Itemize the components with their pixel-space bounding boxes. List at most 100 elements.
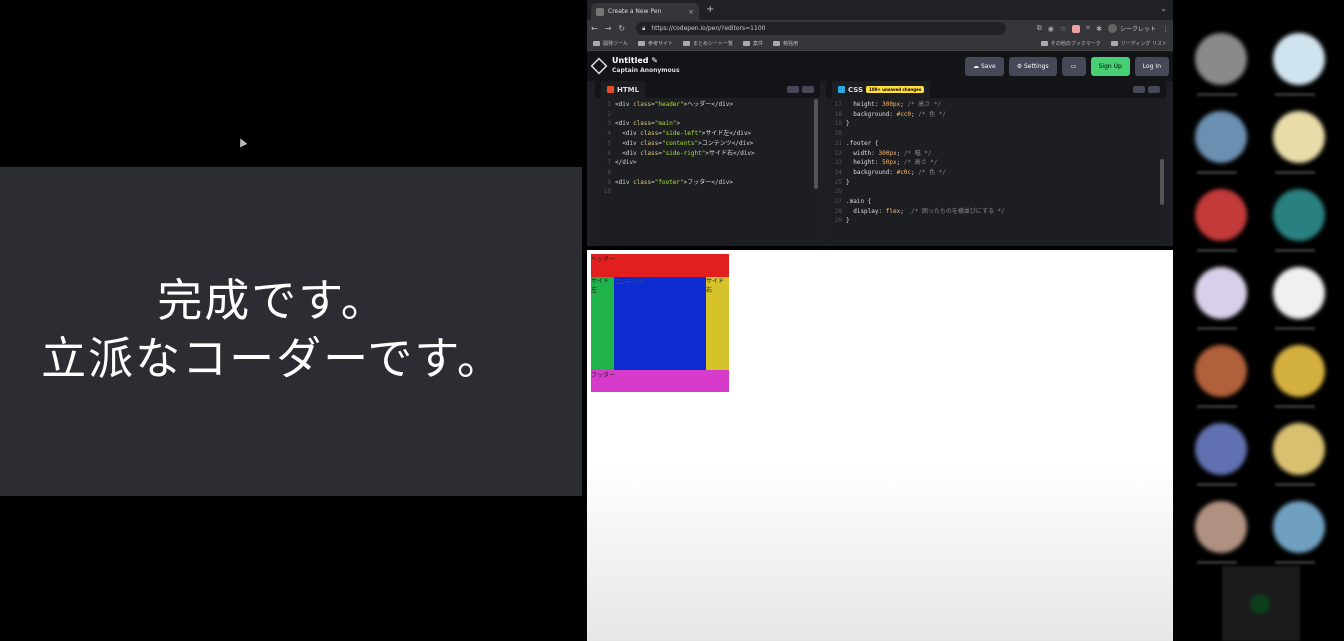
code-line[interactable]: 22 width: 300px; /* 幅 */ (830, 149, 1166, 159)
line-number: 5 (607, 139, 611, 147)
code-token: 300px (878, 149, 897, 157)
code-token: .footer { (846, 139, 879, 147)
html-editor[interactable]: HTML 1 <div class = "header" > ヘッダー </div> 2 3 <d… (595, 81, 820, 246)
code-line[interactable]: 21 .footer { (830, 139, 1166, 149)
tab-css[interactable]: CSS 100+ unsaved changes (832, 81, 931, 98)
url-field[interactable]: 🔒︎ https://codepen.io/pen/?editors=1100 (636, 22, 1007, 35)
bookmark-label: 勉強用 (783, 41, 799, 47)
close-icon[interactable]: × (688, 8, 694, 16)
code-line[interactable]: 24 background: #c0c; /* 色 */ (830, 168, 1166, 178)
code-line[interactable]: 27 .main { (830, 197, 1166, 207)
code-token: ; (911, 168, 919, 176)
chevron-down-icon[interactable] (802, 86, 814, 93)
code-line[interactable]: 7 </div> (599, 158, 820, 168)
code-token: ; (900, 207, 912, 215)
code-line[interactable]: 10 (599, 187, 820, 197)
bookmark-folder[interactable]: 開発ツール (593, 40, 628, 47)
puzzle-icon[interactable]: ✱ (1096, 25, 1102, 33)
participant-name (1275, 405, 1315, 408)
participant-name (1197, 483, 1237, 486)
scrollbar[interactable] (1160, 159, 1164, 205)
code-line[interactable]: 19} (830, 119, 1166, 129)
code-line[interactable]: 6 <div class = "side-right" > サイド右 </div> (599, 149, 820, 159)
pen-author: Captain Anonymous (612, 67, 680, 74)
tab-search-icon[interactable]: ⌄ (1160, 4, 1167, 13)
settings-button[interactable]: ⚙ Settings (1008, 56, 1057, 76)
code-line[interactable]: 17 height: 300px; /* 高さ */ (830, 100, 1166, 110)
codepen-logo-icon[interactable] (590, 57, 608, 75)
code-token: </div> (711, 101, 733, 108)
code-token: <div (615, 130, 641, 138)
forward-icon[interactable]: → (605, 24, 612, 33)
code-line[interactable]: 8 (599, 168, 820, 178)
bookmark-folder[interactable]: 案件 (743, 40, 763, 47)
code-token: <div (615, 101, 634, 108)
code-line[interactable]: 1 <div class = "header" > ヘッダー </div> (599, 100, 820, 110)
signup-button[interactable]: Sign Up (1090, 56, 1130, 76)
line-number: 3 (607, 120, 611, 128)
code-line[interactable]: 9 <div class = "footer" > フッター </div> (599, 178, 820, 188)
code-line[interactable]: 25} (830, 178, 1166, 188)
code-token: /* 高さ */ (903, 159, 938, 167)
css-icon (838, 86, 845, 93)
code-line[interactable]: 4 <div class = "side-left" > サイド左 </div> (599, 129, 820, 139)
star-icon[interactable]: ☆ (1060, 25, 1066, 33)
browser-tab[interactable]: Create a New Pen × (591, 3, 699, 20)
code-line[interactable]: 26 (830, 187, 1166, 197)
reading-list[interactable]: リーディング リスト (1110, 40, 1167, 47)
code-line[interactable]: 23 height: 50px; /* 高さ */ (830, 158, 1166, 168)
settings-toggle-icon[interactable] (787, 86, 799, 93)
code-token: <div (615, 178, 634, 186)
line-number: 22 (834, 149, 842, 157)
profile-button[interactable]: シークレット (1107, 24, 1156, 33)
new-tab-icon[interactable]: + (706, 4, 714, 15)
other-bookmarks[interactable]: その他のブックマーク (1040, 40, 1101, 47)
incognito-eye-icon[interactable]: ◉ (1048, 25, 1054, 33)
css-code[interactable]: 17 height: 300px; /* 高さ */18 background:… (826, 98, 1166, 226)
pen-title[interactable]: Untitled ✎ (612, 56, 680, 66)
bookmarks-bar: 開発ツール 参考サイト まとめシート一覧 案件 勉強用 その他のブックマーク リ… (587, 37, 1173, 51)
code-token: class (640, 130, 659, 138)
avatar (1273, 111, 1325, 163)
extension-icon[interactable]: ⌗ (1086, 24, 1090, 33)
code-line[interactable]: 20 (830, 129, 1166, 139)
folder-icon (593, 41, 600, 46)
settings-toggle-icon[interactable] (1133, 86, 1145, 93)
code-token: /* 色 */ (918, 168, 946, 176)
chevron-down-icon[interactable] (1148, 86, 1160, 93)
bookmark-label: 開発ツール (603, 41, 629, 47)
bookmark-folder[interactable]: まとめシート一覧 (683, 40, 733, 47)
address-bar: ← → ↻ 🔒︎ https://codepen.io/pen/?editors… (587, 20, 1173, 37)
bookmark-folder[interactable]: 勉強用 (773, 40, 798, 47)
translate-icon[interactable]: ⧉ (1037, 24, 1042, 33)
code-token: サイド右 (708, 149, 733, 157)
avatar (1195, 189, 1247, 241)
code-token: class (633, 120, 652, 128)
code-token: height: (846, 159, 883, 167)
line-number: 4 (607, 130, 611, 138)
code-line[interactable]: 5 <div class = "contents" > コンテンツ </div> (599, 139, 820, 149)
code-line[interactable]: 2 (599, 110, 820, 120)
code-token: /* 高さ */ (907, 101, 942, 108)
line-number: 18 (834, 110, 842, 118)
login-button[interactable]: Log In (1134, 56, 1169, 76)
css-editor[interactable]: CSS 100+ unsaved changes 17 height: 300p… (826, 81, 1166, 246)
bookmark-label: 案件 (753, 41, 764, 47)
code-line[interactable]: 3 <div class = "main" > (599, 119, 820, 129)
tab-html[interactable]: HTML (601, 81, 646, 98)
html-code[interactable]: 1 <div class = "header" > ヘッダー </div> 2 3 <div cl… (595, 98, 820, 197)
code-token: <div (615, 139, 641, 147)
code-line[interactable]: 18 background: #cc0; /* 色 */ (830, 110, 1166, 120)
extension-icon[interactable] (1072, 24, 1081, 33)
menu-icon[interactable]: ⋮ (1162, 25, 1169, 33)
change-view-button[interactable]: ▭ (1061, 56, 1086, 76)
code-line[interactable]: 29} (830, 216, 1166, 226)
code-line[interactable]: 28 display: flex; /* 囲ったものを横並びにする */ (830, 207, 1166, 217)
participant-name (1197, 327, 1237, 330)
scrollbar[interactable] (814, 99, 818, 189)
code-token: "header" (654, 101, 684, 108)
back-icon[interactable]: ← (591, 24, 598, 33)
save-button[interactable]: ☁ Save (965, 56, 1004, 76)
reload-icon[interactable]: ↻ (618, 24, 625, 33)
bookmark-folder[interactable]: 参考サイト (638, 40, 673, 47)
